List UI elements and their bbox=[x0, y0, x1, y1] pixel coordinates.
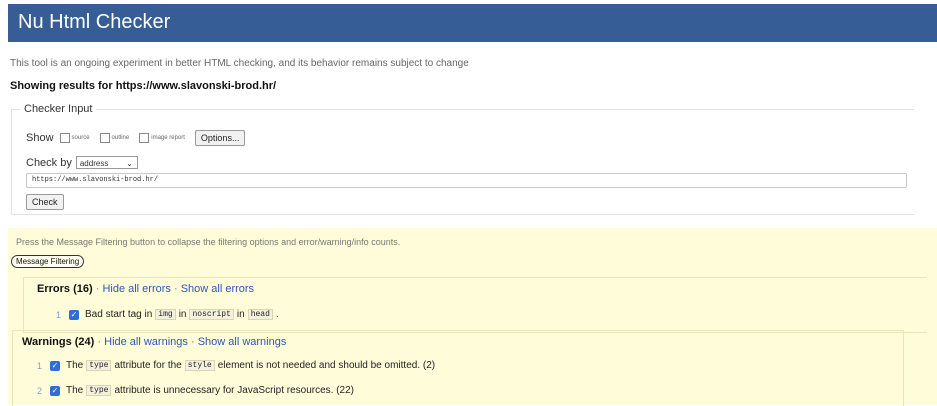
warning-code-style: style bbox=[184, 360, 215, 371]
warning-text: attribute for the bbox=[114, 360, 182, 371]
showing-results: Showing results for https://www.slavonsk… bbox=[10, 80, 277, 92]
image-report-checkbox[interactable] bbox=[139, 133, 150, 143]
error-code-img: img bbox=[155, 309, 176, 320]
url-input[interactable]: https://www.slavonski-brod.hr/ bbox=[26, 173, 907, 188]
checker-input-legend: Checker Input bbox=[24, 103, 93, 115]
options-button[interactable]: Options... bbox=[194, 130, 246, 146]
error-number: 1 bbox=[56, 309, 62, 320]
errors-header: Errors (16) · Hide all errors · Show all… bbox=[37, 283, 254, 295]
warning-text: The bbox=[66, 385, 84, 396]
outline-label: outline bbox=[111, 135, 130, 141]
warning-checkbox[interactable]: ✓ bbox=[50, 385, 61, 396]
warning-text: The bbox=[66, 360, 84, 371]
warnings-header: Warnings (24) · Hide all warnings · Show… bbox=[22, 336, 286, 348]
source-label: source bbox=[71, 135, 90, 141]
show-label: Show bbox=[26, 132, 54, 144]
check-by-label: Check by bbox=[26, 156, 72, 169]
show-all-errors-link[interactable]: Show all errors bbox=[181, 283, 254, 295]
hide-all-errors-link[interactable]: Hide all errors bbox=[102, 283, 170, 295]
warning-code-type: type bbox=[86, 385, 112, 396]
separator: · bbox=[190, 336, 195, 348]
chevron-down-icon: ⌄ bbox=[126, 159, 133, 168]
warning-number: 2 bbox=[37, 385, 43, 396]
hide-all-warnings-link[interactable]: Hide all warnings bbox=[104, 336, 188, 348]
outline-checkbox[interactable] bbox=[99, 133, 110, 143]
error-checkbox[interactable]: ✓ bbox=[69, 309, 80, 320]
errors-title: Errors (16) bbox=[37, 283, 93, 295]
separator: · bbox=[173, 283, 178, 295]
warning-text: element is not needed and should be omit… bbox=[217, 360, 436, 371]
error-code-head: head bbox=[247, 309, 273, 320]
check-by-row: Check by address ⌄ bbox=[26, 156, 138, 169]
warning-checkbox[interactable]: ✓ bbox=[50, 360, 61, 371]
filtering-instructions: Press the Message Filtering button to co… bbox=[16, 237, 401, 247]
separator: · bbox=[97, 336, 102, 348]
show-options-row: Show source outline image report Options… bbox=[26, 130, 246, 146]
source-checkbox[interactable] bbox=[59, 133, 70, 143]
checker-input-fieldset: Checker Input bbox=[11, 103, 914, 215]
warnings-title: Warnings (24) bbox=[22, 336, 95, 348]
intro-text: This tool is an ongoing experiment in be… bbox=[10, 58, 469, 69]
warning-item: 1 ✓ The type attribute for the style ele… bbox=[37, 360, 435, 371]
error-text: . bbox=[275, 309, 279, 320]
separator: · bbox=[95, 283, 100, 295]
check-button[interactable]: Check bbox=[26, 194, 64, 210]
warning-number: 1 bbox=[37, 360, 43, 371]
warning-text: attribute is unnecessary for JavaScript … bbox=[114, 385, 354, 396]
error-text: in bbox=[178, 309, 187, 320]
check-by-value: address bbox=[79, 159, 109, 168]
error-item: 1 ✓ Bad start tag in img in noscript in … bbox=[56, 309, 279, 320]
image-report-label: image report bbox=[151, 135, 185, 141]
check-by-select[interactable]: address ⌄ bbox=[75, 156, 138, 169]
header-bar: Nu Html Checker bbox=[8, 4, 937, 42]
message-filtering-button[interactable]: Message Filtering bbox=[11, 255, 85, 268]
warning-item: 2 ✓ The type attribute is unnecessary fo… bbox=[37, 385, 354, 396]
app-title: Nu Html Checker bbox=[18, 11, 171, 33]
show-all-warnings-link[interactable]: Show all warnings bbox=[198, 336, 287, 348]
error-text: in bbox=[236, 309, 245, 320]
error-code-noscript: noscript bbox=[189, 309, 234, 320]
error-text: Bad start tag in bbox=[85, 309, 153, 320]
warning-code-type: type bbox=[86, 360, 112, 371]
